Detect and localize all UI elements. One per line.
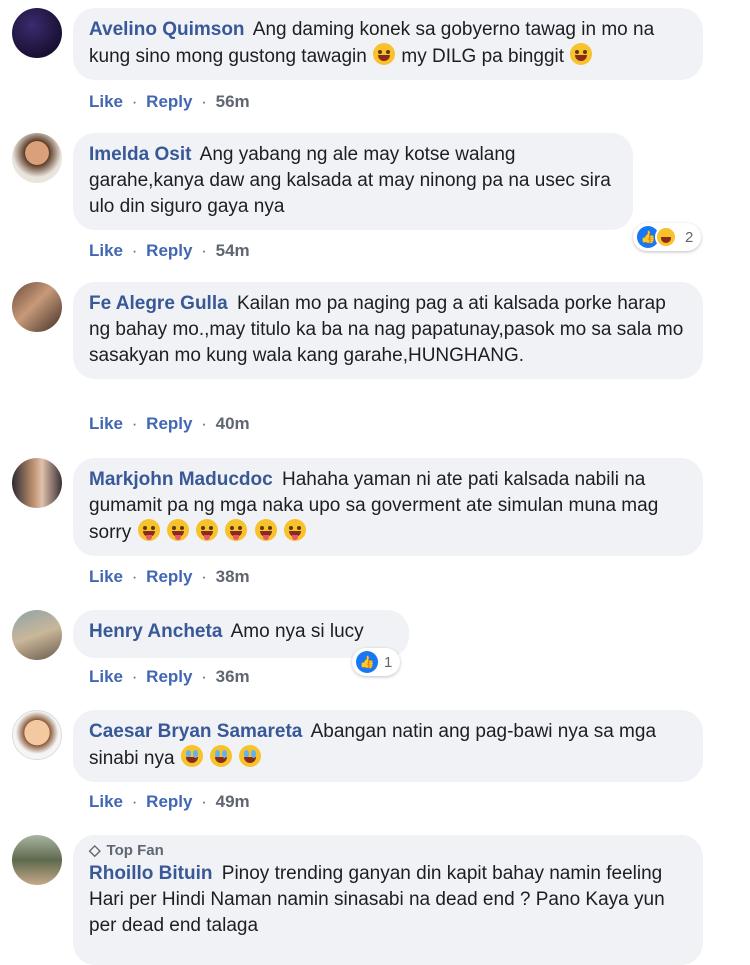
commenter-name[interactable]: Avelino Quimson [89,19,245,40]
comment-actions: Like · Reply · 38m [89,567,250,586]
reaction-count: 1 [384,653,393,671]
comment-bubble: ◇ Top Fan Rhoillo Bituin Pinoy trending g… [73,835,703,965]
comment-bubble: Fe Alegre Gulla Kailan mo pa naging pag … [73,282,703,379]
like-reaction-icon: 👍 [356,651,378,673]
reply-link[interactable]: Reply [146,567,192,586]
avatar[interactable] [12,835,62,885]
comment-bubble: Markjohn Maducdoc Hahaha yaman ni ate pa… [73,458,703,556]
avatar[interactable] [12,133,62,183]
reaction-summary[interactable]: 👍 1 [352,648,401,676]
comment-actions: Like · Reply · 49m [89,792,250,811]
like-link[interactable]: Like [89,567,123,586]
commenter-name[interactable]: Caesar Bryan Samareta [89,721,302,742]
reply-link[interactable]: Reply [146,92,192,111]
winking-tongue-emoji-icon [137,519,160,541]
comment-actions: Like · Reply · 56m [89,92,250,111]
comment-bubble: Avelino Quimson Ang daming konek sa goby… [73,8,703,80]
commenter-name[interactable]: Imelda Osit [89,144,191,165]
timestamp[interactable]: 36m [216,667,250,686]
winking-tongue-emoji-icon [166,519,189,541]
avatar[interactable] [12,8,62,58]
reaction-summary[interactable]: 👍 2 [633,223,702,251]
tears-of-joy-emoji-icon [180,745,203,767]
like-link[interactable]: Like [89,92,123,111]
like-link[interactable]: Like [89,414,123,433]
avatar[interactable] [12,458,62,508]
reaction-count: 2 [685,228,694,246]
winking-tongue-emoji-icon [225,519,248,541]
haha-reaction-icon [655,226,677,248]
tears-of-joy-emoji-icon [210,745,233,767]
comment-bubble: Caesar Bryan Samareta Abangan natin ang … [73,710,703,782]
timestamp[interactable]: 56m [216,92,250,111]
timestamp[interactable]: 49m [216,792,250,811]
comment-text-2: my DILG pa binggit [401,46,565,67]
timestamp[interactable]: 54m [216,241,250,260]
timestamp[interactable]: 40m [216,414,250,433]
like-link[interactable]: Like [89,792,123,811]
reply-link[interactable]: Reply [146,241,192,260]
comment-actions: Like · Reply · 36m [89,667,250,686]
laughing-emoji-icon [373,43,396,65]
top-fan-badge: ◇ Top Fan [89,842,164,859]
laughing-emoji-icon [570,43,593,65]
avatar[interactable] [12,282,62,332]
commenter-name[interactable]: Rhoillo Bituin [89,863,212,884]
commenter-name[interactable]: Fe Alegre Gulla [89,293,228,314]
commenter-name[interactable]: Markjohn Maducdoc [89,469,273,490]
winking-tongue-emoji-icon [254,519,277,541]
diamond-icon: ◇ [89,842,101,859]
reply-link[interactable]: Reply [146,667,192,686]
comment-bubble: Imelda Osit Ang yabang ng ale may kotse … [73,133,633,230]
avatar[interactable] [12,610,62,660]
like-link[interactable]: Like [89,241,123,260]
reply-link[interactable]: Reply [146,414,192,433]
avatar[interactable] [12,710,62,760]
tears-of-joy-emoji-icon [239,745,262,767]
winking-tongue-emoji-icon [283,519,306,541]
like-link[interactable]: Like [89,667,123,686]
comment-actions: Like · Reply · 40m [89,414,250,433]
comment-actions: Like · Reply · 54m [89,241,250,260]
reply-link[interactable]: Reply [146,792,192,811]
winking-tongue-emoji-icon [196,519,219,541]
timestamp[interactable]: 38m [216,567,250,586]
commenter-name[interactable]: Henry Ancheta [89,621,222,642]
comment-text: Amo nya si lucy [230,621,364,642]
